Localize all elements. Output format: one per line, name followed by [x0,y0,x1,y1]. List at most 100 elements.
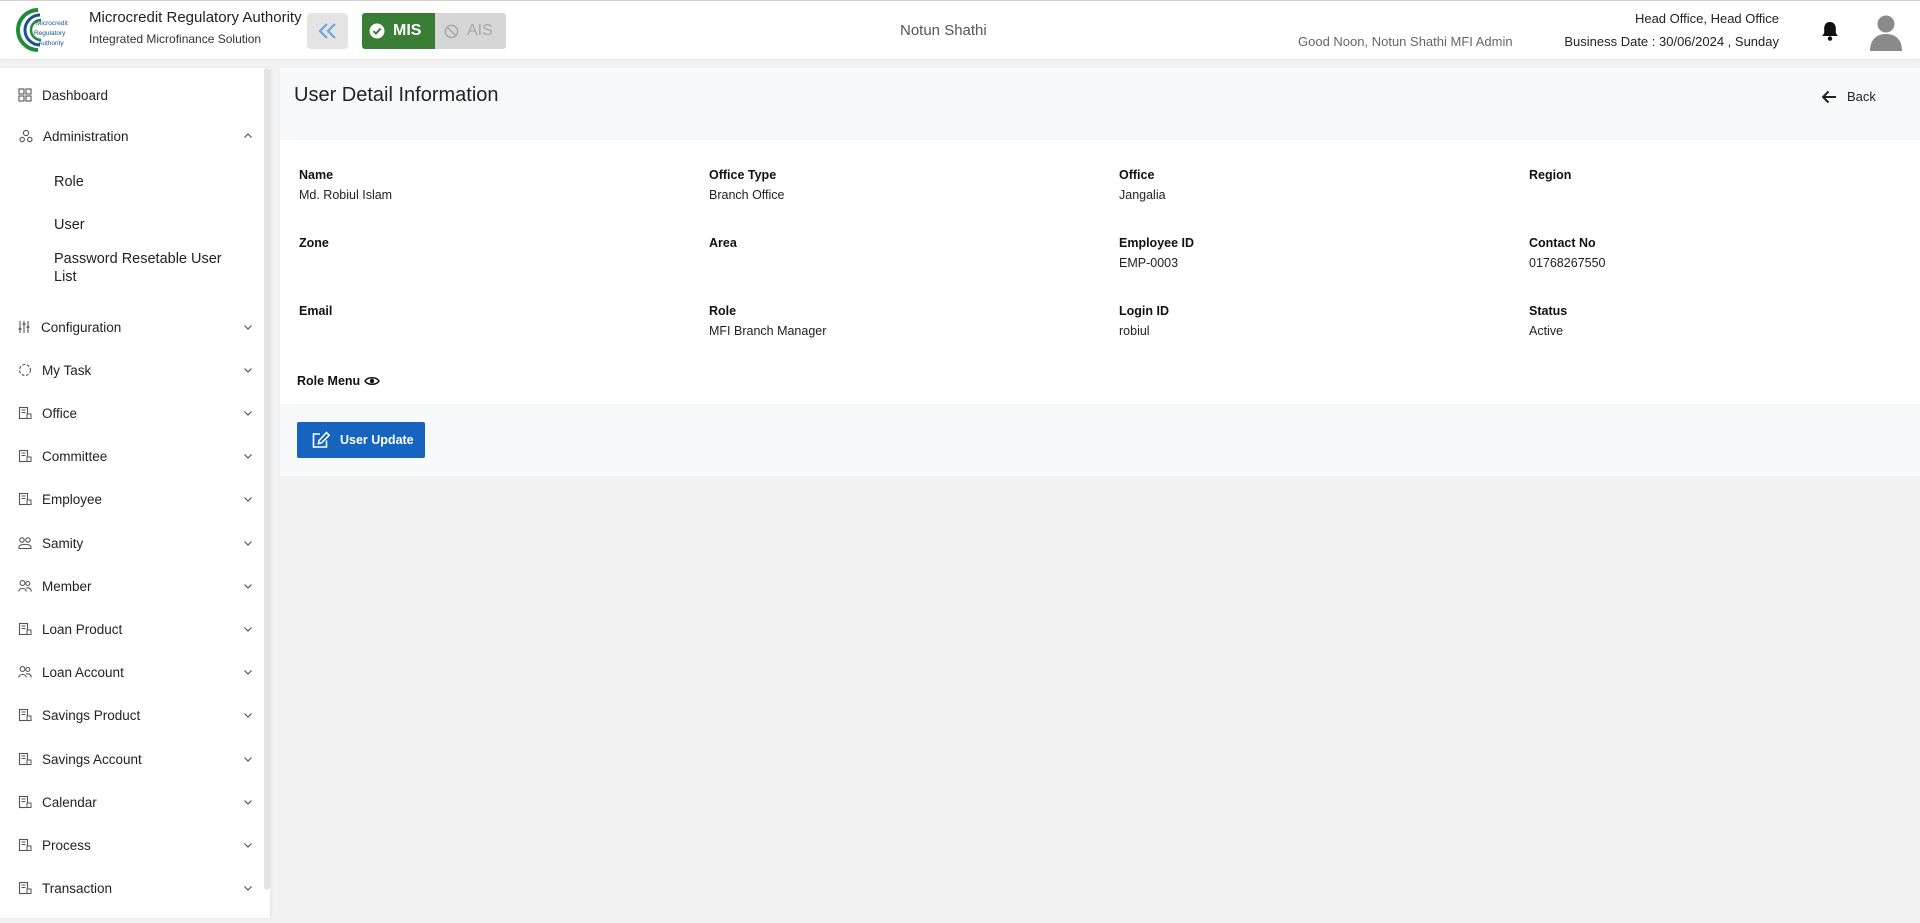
ais-mode-label: AIS [467,22,493,39]
sidebar-item-configuration[interactable]: Configuration [0,312,262,342]
double-chevron-left-icon [317,23,336,39]
savings-account-icon [18,752,32,766]
field-label: Zone [299,236,329,250]
chevron-down-icon [244,368,252,373]
sidebar-subitem-user[interactable]: User [54,216,85,234]
mfi-name: Notun Shathi [900,22,987,39]
chevron-down-icon [244,454,252,459]
role-menu-toggle[interactable]: Role Menu [297,374,381,388]
back-button[interactable]: Back [1821,89,1876,104]
user-avatar-icon[interactable] [1869,13,1903,51]
member-icon [18,580,32,592]
calendar-icon [18,795,32,809]
field-value: 01768267550 [1529,256,1606,270]
field-label: Employee ID [1119,236,1195,250]
savings-product-icon [18,708,32,722]
sidebar-item-process[interactable]: Process [0,830,262,860]
sidebar-item-administration[interactable]: Administration [0,121,262,151]
sidebar-item-label: Savings Product [42,707,141,723]
sidebar-item-label: Transaction [42,880,113,896]
notification-bell-icon[interactable] [1820,20,1840,42]
field-value: Active [1529,324,1564,338]
sidebar-item-savings-product[interactable]: Savings Product [0,700,262,730]
mra-logo: Microcredit Regulatory Authority [16,8,68,52]
current-office: Head Office, Head Office [1634,11,1779,26]
sidebar: Dashboard Administration Role User Passw… [0,68,270,918]
chevron-down-icon [244,757,252,762]
sidebar-scrollbar[interactable] [264,68,270,890]
action-bar: User Update [280,404,1920,476]
sidebar-item-label: Dashboard [42,87,109,103]
chevron-down-icon [244,497,252,502]
logo-line-1: Microcredit [36,20,68,27]
chevron-down-icon [244,627,252,632]
chevron-down-icon [244,584,252,589]
sidebar-item-my-task[interactable]: My Task [0,355,262,385]
sidebar-item-loan-product[interactable]: Loan Product [0,614,262,644]
field-value [299,256,679,271]
eye-icon [364,376,381,386]
field-office-type: Office Type Branch Office [709,168,1089,203]
field-label: Role [709,304,737,318]
admin-icon [19,129,33,143]
field-role: Role MFI Branch Manager [709,304,1089,339]
sidebar-item-label: Employee [42,491,103,507]
sidebar-item-calendar[interactable]: Calendar [0,787,262,817]
field-label: Office Type [709,168,777,182]
sidebar-item-label: Committee [42,448,108,464]
field-contact-no: Contact No 01768267550 [1529,236,1909,271]
sidebar-subitem-role[interactable]: Role [54,173,84,191]
dashboard-icon [18,88,32,102]
check-circle-icon [369,23,385,39]
sidebar-item-committee[interactable]: Committee [0,441,262,471]
chevron-down-icon [244,670,252,675]
chevron-down-icon [244,713,252,718]
sidebar-subitem-password-resetable-user-list[interactable]: Password Resetable User List [54,250,244,286]
sidebar-item-label: Office [42,405,78,421]
collapse-sidebar-button[interactable] [307,13,348,49]
field-label: Area [709,236,737,250]
employee-icon [18,492,32,506]
sidebar-item-office[interactable]: Office [0,398,262,428]
ais-mode-button[interactable]: AIS [435,13,506,49]
edit-icon [312,431,331,448]
sidebar-item-label: Loan Product [42,621,123,637]
committee-icon [18,449,32,463]
field-value: Md. Robiul Islam [299,188,393,202]
page-title: User Detail Information [294,84,499,106]
sidebar-item-employee[interactable]: Employee [0,484,262,514]
samity-icon [18,537,32,550]
sidebar-item-label: My Task [42,362,92,378]
sidebar-item-loan-account[interactable]: Loan Account [0,657,262,687]
mis-mode-button[interactable]: MIS [362,13,435,49]
brand-title: Microcredit Regulatory Authority [89,9,302,26]
role-menu-label: Role Menu [297,374,361,388]
field-label: Contact No [1529,236,1596,250]
sidebar-item-transaction[interactable]: Transaction [0,873,262,903]
ban-icon [444,24,459,38]
logo-line-3: Authority [38,40,64,47]
sidebar-item-member[interactable]: Member [0,571,262,601]
sidebar-item-dashboard[interactable]: Dashboard [0,80,262,110]
sidebar-item-samity[interactable]: Samity [0,528,262,558]
user-update-label: User Update [340,433,414,447]
sidebar-item-savings-account[interactable]: Savings Account [0,744,262,774]
top-header: Microcredit Regulatory Authority Microcr… [0,0,1920,59]
chevron-down-icon [244,541,252,546]
field-label: Login ID [1119,304,1169,318]
field-label: Email [299,304,333,318]
field-zone: Zone [299,236,679,271]
business-date: Business Date : 30/06/2024 , Sunday [1564,34,1779,49]
transaction-icon [18,881,32,895]
user-update-button[interactable]: User Update [297,422,425,458]
sidebar-item-label: Process [42,837,91,853]
field-office: Office Jangalia [1119,168,1499,203]
sidebar-item-label: Configuration [41,319,122,335]
field-value [299,324,679,339]
field-status: Status Active [1529,304,1909,339]
sliders-icon [18,321,30,333]
field-region: Region [1529,168,1909,203]
mis-mode-label: MIS [393,22,422,39]
office-icon [18,406,32,420]
field-login-id: Login ID robiul [1119,304,1499,339]
